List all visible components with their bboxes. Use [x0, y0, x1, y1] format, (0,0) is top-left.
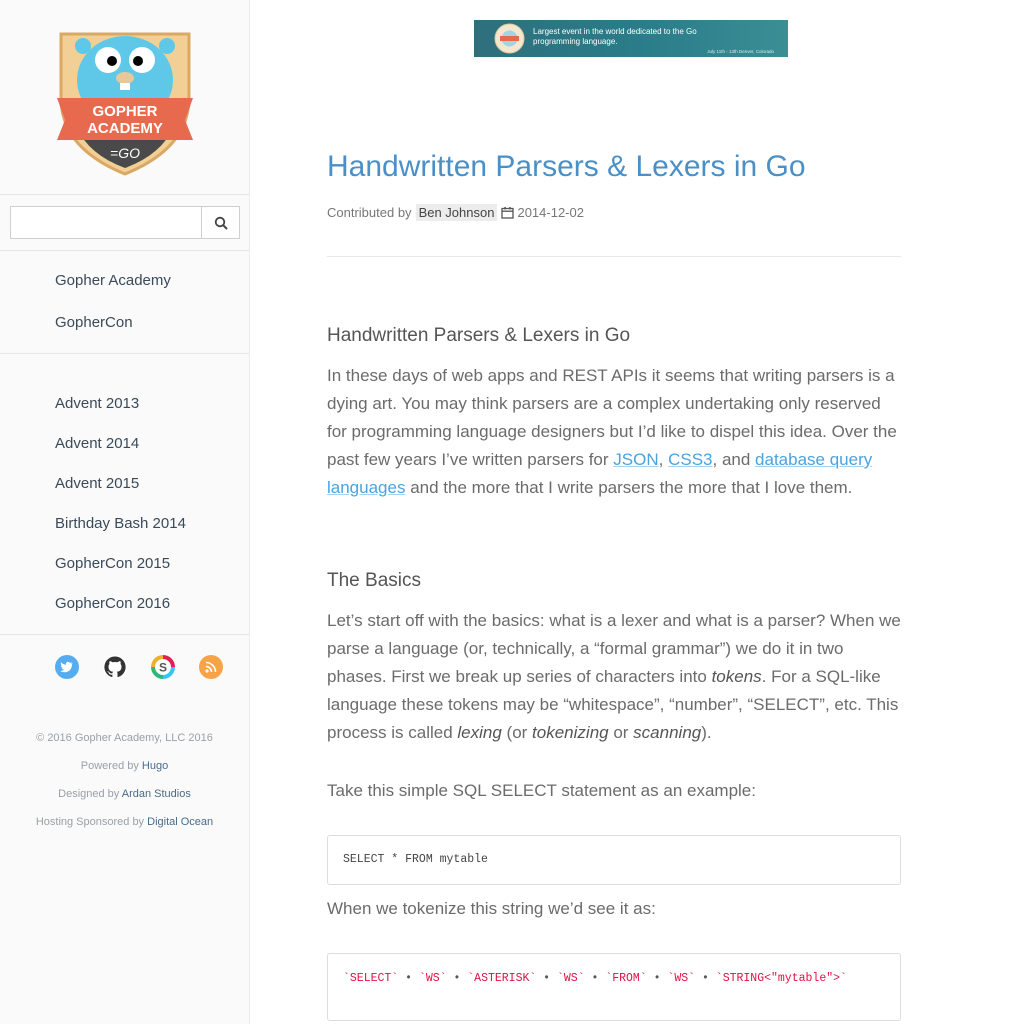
- code-block-sql: SELECT * FROM mytable: [327, 835, 901, 885]
- logo-line2: ACADEMY: [87, 120, 163, 137]
- article-meta: Contributed by Ben Johnson 2014-12-02: [327, 204, 584, 221]
- divider: [0, 634, 249, 635]
- logo-line1: GOPHER: [92, 103, 157, 120]
- logo-mark: =GO: [110, 145, 140, 161]
- gopher-academy-logo[interactable]: GOPHER ACADEMY =GO: [53, 28, 197, 178]
- css3-link[interactable]: CSS3: [668, 450, 712, 469]
- token-separator: •: [536, 972, 557, 985]
- sidebar: GOPHER ACADEMY =GO Gopher Academy Gopher…: [0, 0, 250, 1024]
- footer-hosting-label: Hosting Sponsored by: [35, 816, 145, 828]
- intro-text-2: , and: [712, 450, 756, 469]
- nav-item-advent-2013[interactable]: Advent 2013: [55, 395, 139, 412]
- basics-text-4: or: [608, 723, 634, 742]
- author-link[interactable]: Ben Johnson: [415, 204, 498, 221]
- nav-item-advent-2014[interactable]: Advent 2014: [55, 435, 139, 452]
- token-separator: •: [646, 972, 668, 985]
- term-tokenizing: tokenizing: [532, 723, 609, 742]
- social-links: S: [55, 655, 223, 679]
- footer-powered-label: Powered by: [80, 760, 139, 772]
- search-button[interactable]: [201, 206, 240, 239]
- token: `SELECT`: [343, 972, 399, 985]
- contributed-by-label: Contributed by: [327, 205, 412, 220]
- post-date: 2014-12-02: [517, 205, 584, 220]
- term-scanning: scanning: [633, 723, 702, 742]
- nav-item-gophercon[interactable]: GopherCon: [55, 314, 133, 331]
- intro-text-3: and the more that I write parsers the mo…: [405, 478, 853, 497]
- banner-subtext: July 11th - 13th Denver, Colorado: [707, 49, 774, 54]
- token: `STRING<"mytable">`: [715, 972, 847, 985]
- github-icon[interactable]: [103, 655, 127, 679]
- nav-item-gophercon-2016[interactable]: GopherCon 2016: [55, 595, 170, 612]
- footer-powered: Powered by Hugo: [0, 760, 249, 772]
- code-block-tokens: `SELECT` • `WS` • `ASTERISK` • `WS` • `F…: [327, 953, 901, 1021]
- json-link[interactable]: JSON: [613, 450, 658, 469]
- search-icon: [214, 216, 228, 230]
- term-tokens: tokens: [711, 667, 762, 686]
- divider: [0, 250, 249, 251]
- section-heading-intro: Handwritten Parsers & Lexers in Go: [327, 325, 631, 346]
- gophercon-banner[interactable]: Largest event in the world dedicated to …: [474, 20, 788, 57]
- digital-ocean-link[interactable]: Digital Ocean: [147, 816, 213, 828]
- search-bar: [10, 206, 240, 239]
- token: `FROM`: [605, 972, 647, 985]
- title-divider: [327, 256, 901, 257]
- nav-item-advent-2015[interactable]: Advent 2015: [55, 475, 139, 492]
- rss-icon[interactable]: [199, 655, 223, 679]
- footer-hosting: Hosting Sponsored by Digital Ocean: [0, 816, 249, 828]
- token-separator: •: [695, 972, 716, 985]
- footer-copyright: © 2016 Gopher Academy, LLC 2016: [36, 732, 213, 744]
- twitter-icon[interactable]: [55, 655, 79, 679]
- section-heading-basics: The Basics: [327, 570, 421, 591]
- tokenize-paragraph: When we tokenize this string we’d see it…: [327, 899, 656, 918]
- token-separator: •: [398, 972, 419, 985]
- slack-icon[interactable]: S: [151, 655, 175, 679]
- token: `WS`: [667, 972, 696, 985]
- article-title: Handwritten Parsers & Lexers in Go: [327, 150, 806, 183]
- token-separator: •: [446, 972, 468, 985]
- footer-designed: Designed by Ardan Studios: [0, 788, 249, 800]
- intro-paragraph: In these days of web apps and REST APIs …: [327, 362, 901, 502]
- basics-text-3: (or: [501, 723, 533, 742]
- token-separator: •: [584, 972, 606, 985]
- nav-item-gopher-academy[interactable]: Gopher Academy: [55, 272, 171, 289]
- calendar-icon: [501, 207, 515, 219]
- nav-item-gophercon-2015[interactable]: GopherCon 2015: [55, 555, 170, 572]
- divider: [0, 353, 249, 354]
- ardan-studios-link[interactable]: Ardan Studios: [122, 788, 191, 800]
- search-input[interactable]: [10, 206, 201, 239]
- footer-designed-label: Designed by: [58, 788, 120, 800]
- nav-item-birthday-bash-2014[interactable]: Birthday Bash 2014: [55, 515, 186, 532]
- gophercon-badge-icon: [494, 23, 525, 54]
- banner-text: Largest event in the world dedicated to …: [533, 27, 697, 46]
- intro-sep: ,: [658, 450, 669, 469]
- basics-paragraph: Let’s start off with the basics: what is…: [327, 607, 901, 747]
- term-lexing: lexing: [457, 723, 502, 742]
- basics-text-5: ).: [701, 723, 712, 742]
- hugo-link[interactable]: Hugo: [142, 760, 168, 772]
- token: `ASTERISK`: [467, 972, 537, 985]
- example-intro-paragraph: Take this simple SQL SELECT statement as…: [327, 781, 756, 800]
- svg-text:S: S: [159, 661, 167, 675]
- token: `WS`: [418, 972, 447, 985]
- token: `WS`: [557, 972, 585, 985]
- logo-area: GOPHER ACADEMY =GO: [0, 0, 249, 195]
